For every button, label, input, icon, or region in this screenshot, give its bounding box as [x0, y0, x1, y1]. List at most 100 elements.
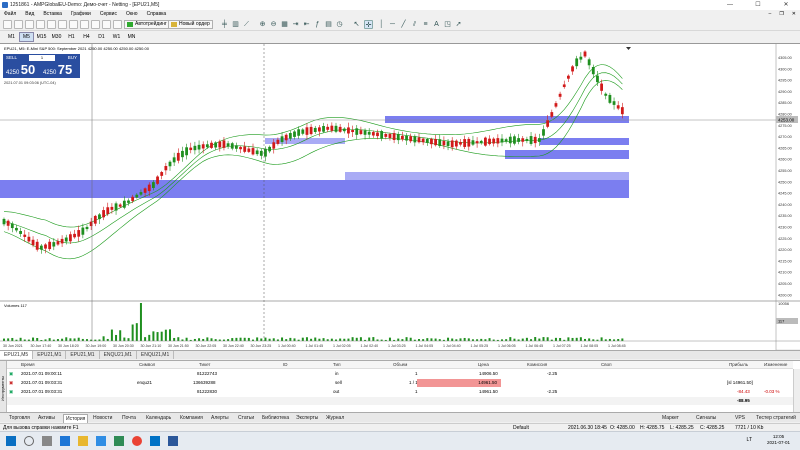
templates-icon[interactable]: ▤	[324, 20, 333, 29]
tab-assets[interactable]: Активы	[38, 414, 55, 422]
word-icon[interactable]	[168, 436, 178, 446]
new-chart-icon[interactable]	[3, 20, 12, 29]
col-ticket[interactable]: Тикет	[199, 361, 211, 369]
maximize-button[interactable]: ☐	[744, 0, 772, 10]
timeframe-m1[interactable]: M1	[4, 33, 19, 41]
menu-help[interactable]: Справка	[147, 11, 167, 17]
task-view-icon[interactable]	[42, 436, 52, 446]
edge-icon[interactable]	[60, 436, 70, 446]
timeframe-h4[interactable]: H4	[79, 33, 94, 41]
restore-child-icon[interactable]: ❐	[779, 11, 783, 17]
menu-charts[interactable]: Графики	[71, 11, 91, 17]
menu-insert[interactable]: Вставка	[43, 11, 62, 17]
history-row[interactable]: ▣ 2021.07.01 09:00:11 81222743 in 1 1490…	[7, 370, 793, 378]
menu-view[interactable]: Вид	[25, 11, 34, 17]
vps-link[interactable]: VPS	[735, 414, 745, 422]
col-price[interactable]: Цена	[478, 361, 489, 369]
close-button[interactable]: ✕	[772, 0, 800, 10]
market-link[interactable]: Маркет	[662, 414, 679, 422]
menu-file[interactable]: Файл	[4, 11, 16, 17]
indicators-icon[interactable]: ƒ	[313, 20, 322, 29]
candle-chart-icon[interactable]: ▥	[231, 20, 240, 29]
chart-tab[interactable]: EPU21,M5	[0, 351, 34, 359]
col-swap[interactable]: Своп	[601, 361, 612, 369]
shapes-icon[interactable]: ◳	[443, 20, 452, 29]
zoom-out-icon[interactable]: ⊖	[269, 20, 278, 29]
tab-experts[interactable]: Эксперты	[296, 414, 318, 422]
col-symbol[interactable]: Символ	[139, 361, 155, 369]
chart-tab[interactable]: EPU21,M1	[33, 351, 67, 359]
terminal-scrollbar[interactable]	[793, 369, 800, 413]
sell-label[interactable]: SELL	[6, 55, 17, 60]
timeframe-d1[interactable]: D1	[94, 33, 109, 41]
minimize-child-icon[interactable]: –	[769, 11, 772, 17]
signals-link[interactable]: Сигналы	[696, 414, 716, 422]
chart-tab[interactable]: ENQU21,M1	[100, 351, 137, 359]
close-child-icon[interactable]: ✕	[792, 11, 796, 17]
arrows-icon[interactable]: ➚	[454, 20, 463, 29]
history-row[interactable]: ▣ 2021.07.01 09:03:31 81222830 out 1 149…	[7, 388, 793, 396]
language-indicator[interactable]: LT	[747, 437, 752, 443]
history-row[interactable]: ▣ 2021.07.01 09:03:31 enqu21 136639288 s…	[7, 379, 793, 387]
tile-windows-icon[interactable]: ▦	[280, 20, 289, 29]
mail-icon[interactable]	[150, 436, 160, 446]
toolbox-sidebar[interactable]: Инструменты	[0, 361, 7, 413]
tab-mail[interactable]: Почта	[122, 414, 136, 422]
col-change[interactable]: Изменение	[764, 361, 787, 369]
tab-trade[interactable]: Торговля	[9, 414, 30, 422]
vertical-line-icon[interactable]: │	[377, 20, 386, 29]
chart-tab[interactable]: EPU21,M1	[66, 351, 100, 359]
timeframe-w1[interactable]: W1	[109, 33, 124, 41]
equidistant-channel-icon[interactable]: ⫽	[410, 20, 419, 29]
col-id[interactable]: ID	[283, 361, 288, 369]
chart-tab[interactable]: ENQU21,M1	[137, 351, 175, 359]
autotrading-button[interactable]: Автотрейдинг	[124, 20, 170, 29]
buy-label[interactable]: BUY	[68, 55, 77, 60]
tab-alerts[interactable]: Алерты	[211, 414, 229, 422]
tab-articles[interactable]: Статьи	[238, 414, 254, 422]
minimize-button[interactable]: —	[716, 0, 744, 10]
algo-icon[interactable]	[91, 20, 100, 29]
tab-history[interactable]: История	[63, 414, 89, 423]
tab-news[interactable]: Новости	[93, 414, 112, 422]
profiles-icon[interactable]	[14, 20, 23, 29]
zoom-in-icon[interactable]: ⊕	[258, 20, 267, 29]
chart-shift-icon[interactable]: ⇤	[302, 20, 311, 29]
strategy-tester-link[interactable]: Тестер стратегий	[756, 414, 796, 422]
col-time[interactable]: Время	[21, 361, 35, 369]
bar-chart-icon[interactable]: ╪	[220, 20, 229, 29]
price-chart[interactable]: 4305.00 4300.00 4295.00 4290.00 4285.00 4280.…	[0, 44, 800, 350]
chrome-icon[interactable]	[132, 436, 142, 446]
tab-calendar[interactable]: Календарь	[146, 414, 171, 422]
metatrader-icon[interactable]	[114, 436, 124, 446]
menu-window[interactable]: Окно	[126, 11, 138, 17]
col-profit[interactable]: Прибыль	[729, 361, 748, 369]
timeframe-h1[interactable]: H1	[64, 33, 79, 41]
store-icon[interactable]	[96, 436, 106, 446]
sell-price-button[interactable]: 4250 50	[6, 63, 35, 76]
terminal-icon[interactable]	[58, 20, 67, 29]
timeframe-m30[interactable]: M30	[49, 33, 64, 41]
tab-company[interactable]: Компания	[180, 414, 203, 422]
strategy-tester-icon[interactable]	[69, 20, 78, 29]
navigator-icon[interactable]	[47, 20, 56, 29]
trendline-icon[interactable]: ╱	[399, 20, 408, 29]
crosshair-icon[interactable]: ✛	[364, 20, 373, 29]
chart-window[interactable]: 4305.00 4300.00 4295.00 4290.00 4285.00 4280.…	[0, 43, 800, 350]
data-window-icon[interactable]	[36, 20, 45, 29]
buy-price-button[interactable]: 4250 75	[43, 63, 72, 76]
market-icon[interactable]	[113, 20, 122, 29]
search-icon[interactable]	[24, 436, 34, 446]
col-type[interactable]: Тип	[333, 361, 341, 369]
metaeditor-icon[interactable]	[80, 20, 89, 29]
market-watch-icon[interactable]	[25, 20, 34, 29]
taskbar-clock[interactable]: 12:05 2021-07-01	[767, 434, 790, 446]
explorer-icon[interactable]	[78, 436, 88, 446]
tab-journal[interactable]: Журнал	[326, 414, 344, 422]
timeframe-m15[interactable]: M15	[34, 33, 49, 41]
text-tool-icon[interactable]: A	[432, 20, 441, 29]
menu-tools[interactable]: Сервис	[100, 11, 117, 17]
col-commission[interactable]: Комиссия	[527, 361, 547, 369]
horizontal-line-icon[interactable]: ─	[388, 20, 397, 29]
timeframe-m5[interactable]: M5	[19, 32, 34, 42]
